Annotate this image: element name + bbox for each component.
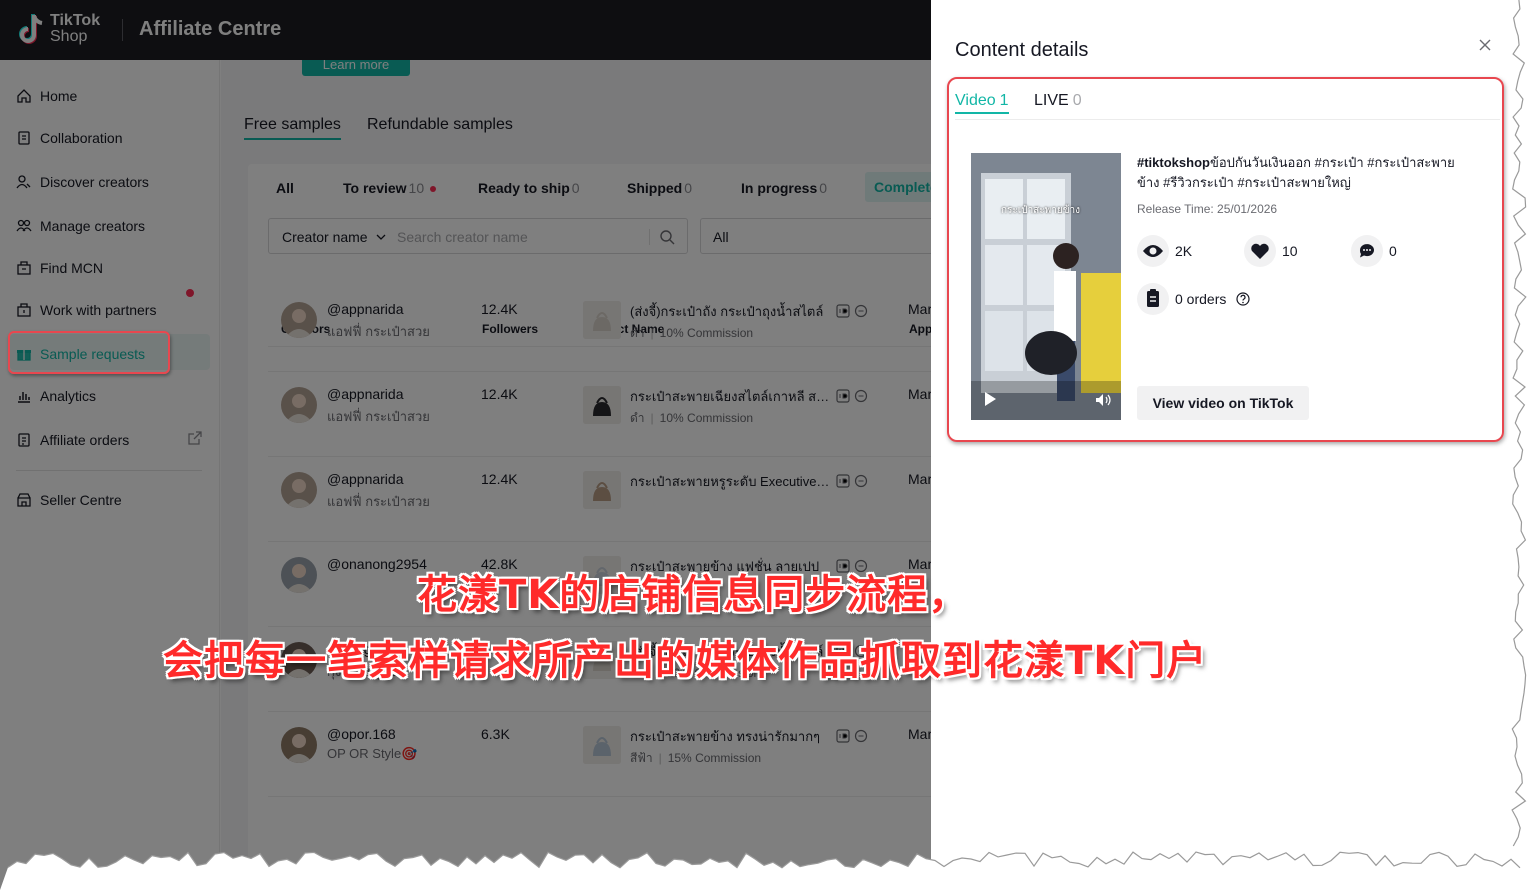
drawer-title: Content details [955,39,1089,61]
modal-scrim[interactable] [0,0,931,890]
annotation-caption-line-2: 会把每一笔索样请求所产出的媒体作品抓取到花漾TK门户 [163,638,1208,684]
annotation-highlight-sample-requests [8,331,170,374]
close-icon[interactable] [1478,38,1492,52]
annotation-highlight-content-card [947,77,1504,442]
annotation-caption-line-1: 花漾TK的店铺信息同步流程， [417,572,970,618]
